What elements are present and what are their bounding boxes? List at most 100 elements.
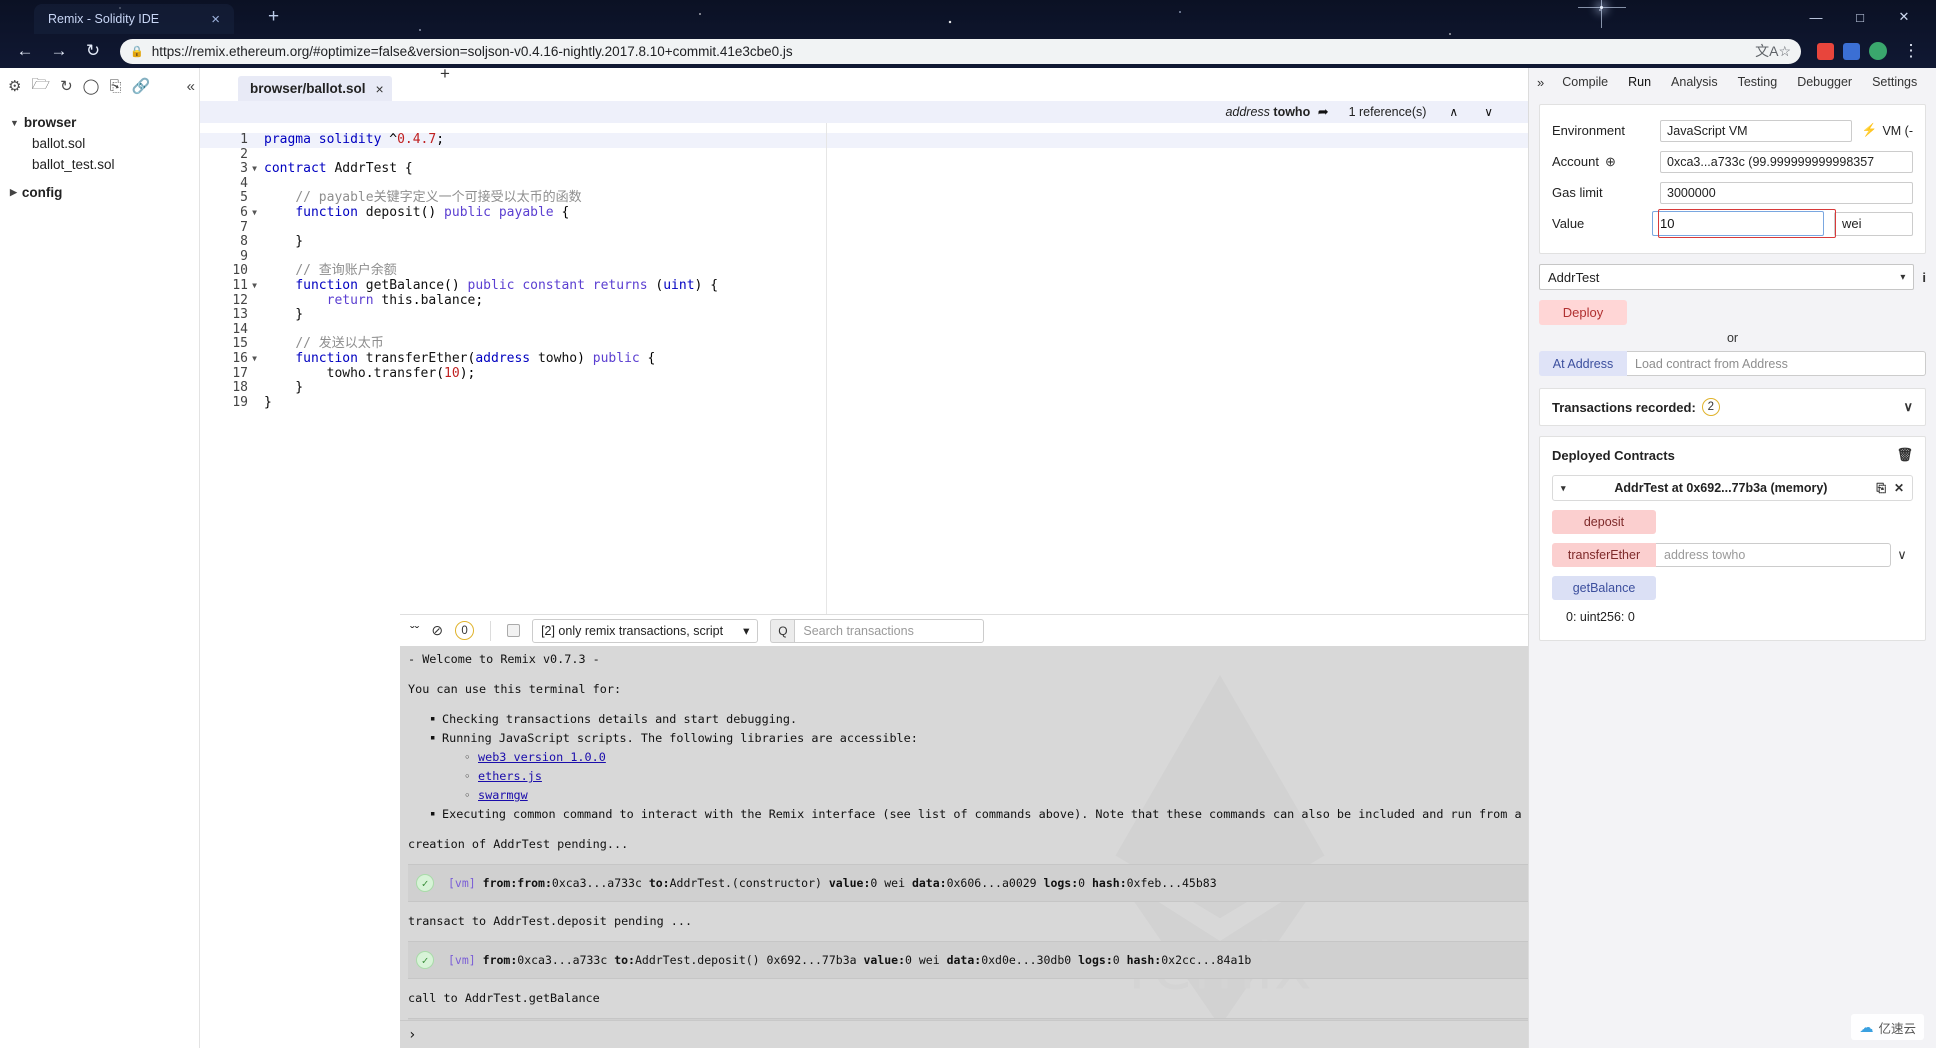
environment-row: Environment JavaScript VM ⚡ VM (- bbox=[1552, 115, 1913, 146]
listen-network-checkbox[interactable] bbox=[507, 624, 521, 637]
function-button-getbalance[interactable]: getBalance bbox=[1552, 576, 1656, 600]
reload-icon[interactable]: ↻ bbox=[78, 38, 108, 64]
tab-debugger[interactable]: Debugger bbox=[1787, 70, 1862, 94]
contract-select[interactable]: AddrTest ▾ bbox=[1539, 264, 1915, 290]
minimize-icon[interactable]: — bbox=[1794, 4, 1838, 30]
code-line: } bbox=[264, 307, 304, 323]
trash-icon[interactable]: 🗑 bbox=[1896, 447, 1913, 463]
chevron-down-icon[interactable]: ▾ bbox=[1561, 483, 1566, 494]
link-swarmgw[interactable]: swarmgw bbox=[478, 788, 528, 802]
tab-settings[interactable]: Settings bbox=[1862, 70, 1927, 94]
collapse-terminal-icon[interactable]: ˇˇ bbox=[410, 623, 419, 639]
line-number: 1 bbox=[240, 132, 248, 147]
account-select[interactable]: 0xca3...a733c (99.999999999998357 bbox=[1660, 150, 1913, 173]
file-item-ballot-test[interactable]: ballot_test.sol bbox=[10, 154, 199, 175]
close-icon[interactable]: ✕ bbox=[1894, 481, 1904, 495]
close-window-icon[interactable]: ✕ bbox=[1882, 4, 1926, 30]
goto-reference-icon[interactable]: ➦ bbox=[1314, 104, 1329, 119]
tab-compile[interactable]: Compile bbox=[1552, 70, 1618, 94]
translate-icon[interactable]: 文A bbox=[1755, 41, 1778, 61]
transaction-row-constructor[interactable]: ✓ [vm] from:from:0xca3...a733c to:AddrTe… bbox=[408, 864, 1704, 902]
vm-note: ⚡ VM (- bbox=[1852, 123, 1913, 138]
environment-label: Environment bbox=[1552, 123, 1625, 138]
transactions-recorded-section[interactable]: Transactions recorded: 2 ∨ bbox=[1539, 388, 1926, 426]
add-file-icon[interactable]: + bbox=[440, 64, 450, 84]
file-item-ballot[interactable]: ballot.sol bbox=[10, 133, 199, 154]
browser-tab[interactable]: Remix - Solidity IDE × bbox=[34, 4, 234, 34]
new-tab-icon[interactable]: + bbox=[268, 6, 279, 28]
forward-icon[interactable]: → bbox=[44, 38, 74, 64]
file-tree-root-config[interactable]: ▶ config bbox=[10, 175, 199, 203]
link-web3[interactable]: web3 version 1.0.0 bbox=[478, 750, 606, 764]
chevron-down-icon[interactable]: ∨ bbox=[1481, 105, 1496, 119]
copy-icon[interactable]: ⎘ bbox=[109, 78, 121, 95]
profile-avatar[interactable] bbox=[1869, 42, 1887, 60]
editor-tab-ballot[interactable]: browser/ballot.sol × bbox=[238, 76, 392, 101]
search-transactions-input[interactable] bbox=[794, 618, 985, 643]
close-icon[interactable]: × bbox=[376, 81, 384, 97]
terminal-prompt[interactable]: › bbox=[400, 1020, 1716, 1048]
bullet-executing: Executing common command to interact wit… bbox=[430, 805, 1675, 824]
back-icon[interactable]: ← bbox=[10, 38, 40, 64]
deploy-block: Deploy or At Address bbox=[1539, 300, 1926, 376]
deployed-instance-header[interactable]: ▾ AddrTest at 0x692...77b3a (memory) ⎘ ✕ bbox=[1552, 475, 1913, 501]
at-address-input[interactable] bbox=[1627, 351, 1926, 376]
copy-icon[interactable]: ⎘ bbox=[1876, 481, 1886, 496]
extension-icon-1[interactable] bbox=[1817, 42, 1834, 60]
tab-testing[interactable]: Testing bbox=[1728, 70, 1788, 94]
chevron-up-icon[interactable]: ∧ bbox=[1446, 105, 1461, 119]
value-input[interactable] bbox=[1652, 211, 1825, 236]
value-unit-select[interactable]: wei bbox=[1834, 211, 1913, 236]
clear-console-icon[interactable]: ⊘ bbox=[431, 622, 443, 639]
expand-panel-icon[interactable]: » bbox=[1535, 75, 1552, 90]
deployed-instance-name: AddrTest at 0x692...77b3a (memory) bbox=[1614, 481, 1828, 495]
link-icon[interactable]: 🔗 bbox=[131, 77, 150, 95]
print-margin bbox=[826, 123, 827, 636]
line-number: 16 ▼ bbox=[232, 350, 257, 366]
symbol-signature: address towho ➦ bbox=[1225, 104, 1328, 120]
maximize-icon[interactable]: □ bbox=[1838, 4, 1882, 30]
file-tree-root-browser[interactable]: ▼ browser bbox=[10, 112, 199, 133]
at-address-button[interactable]: At Address bbox=[1539, 351, 1627, 376]
line-number: 12 bbox=[232, 292, 248, 308]
function-row-transferether: transferEther ∨ bbox=[1552, 543, 1913, 567]
gear-icon[interactable]: ⚙ bbox=[8, 77, 21, 95]
folder-icon[interactable]: 🗁 bbox=[31, 74, 50, 99]
close-icon[interactable]: × bbox=[205, 11, 226, 28]
tab-run[interactable]: Run bbox=[1618, 70, 1661, 94]
transaction-row-deposit[interactable]: ✓ [vm] from:0xca3...a733c to:AddrTest.de… bbox=[408, 941, 1704, 979]
bullet-checking: Checking transactions details and start … bbox=[430, 710, 1704, 729]
function-button-deposit[interactable]: deposit bbox=[1552, 510, 1656, 534]
extension-icon-2[interactable] bbox=[1843, 42, 1860, 60]
code-editor[interactable]: 1 2 3 ▼ 4 5 6 ▼ 7 8 9 10 11 ▼ 12 13 14 15 16 ▼ 17 18 19 pragma… bbox=[200, 123, 1528, 636]
chevron-down-icon[interactable]: ∨ bbox=[1903, 399, 1913, 415]
bookmark-star-icon[interactable]: ☆ bbox=[1778, 43, 1791, 60]
search-icon[interactable]: Q bbox=[770, 618, 795, 643]
add-account-icon[interactable]: ⊕ bbox=[1605, 154, 1616, 170]
chevron-down-icon[interactable]: ∨ bbox=[1891, 547, 1913, 563]
symbol-name: towho bbox=[1273, 105, 1311, 119]
tab-analysis[interactable]: Analysis bbox=[1661, 70, 1728, 94]
code-line: function transferEther(address towho) pu… bbox=[295, 350, 656, 366]
gas-limit-input[interactable]: 3000000 bbox=[1660, 181, 1913, 204]
address-bar[interactable]: 🔒 https://remix.ethereum.org/#optimize=f… bbox=[120, 38, 1801, 64]
environment-select[interactable]: JavaScript VM bbox=[1660, 119, 1852, 142]
link-ethers[interactable]: ethers.js bbox=[478, 769, 542, 783]
value-row: Value wei bbox=[1552, 208, 1913, 239]
refresh-icon[interactable]: ↻ bbox=[60, 77, 73, 95]
deploy-button[interactable]: Deploy bbox=[1539, 300, 1627, 325]
function-input-towho[interactable] bbox=[1656, 543, 1891, 567]
collapse-panel-icon[interactable]: « bbox=[187, 78, 195, 95]
line-number: 7 bbox=[240, 219, 248, 235]
browser-menu-icon[interactable]: ⋮ bbox=[1896, 38, 1926, 64]
code-line: // 查询账户余额 bbox=[295, 263, 397, 279]
info-icon[interactable]: i bbox=[1922, 270, 1926, 285]
transaction-filter-select[interactable]: [2] only remix transactions, script ▾ bbox=[532, 618, 759, 643]
tab-support[interactable]: Support bbox=[1927, 70, 1936, 94]
transaction-filter-label: [2] only remix transactions, script bbox=[541, 623, 724, 638]
link-item: swarmgw bbox=[464, 786, 1704, 805]
function-button-transferether[interactable]: transferEther bbox=[1552, 543, 1656, 567]
circle-icon[interactable]: ◯ bbox=[83, 77, 100, 95]
code-content[interactable]: pragma solidity ^0.4.7; contract AddrTes… bbox=[252, 123, 1528, 636]
